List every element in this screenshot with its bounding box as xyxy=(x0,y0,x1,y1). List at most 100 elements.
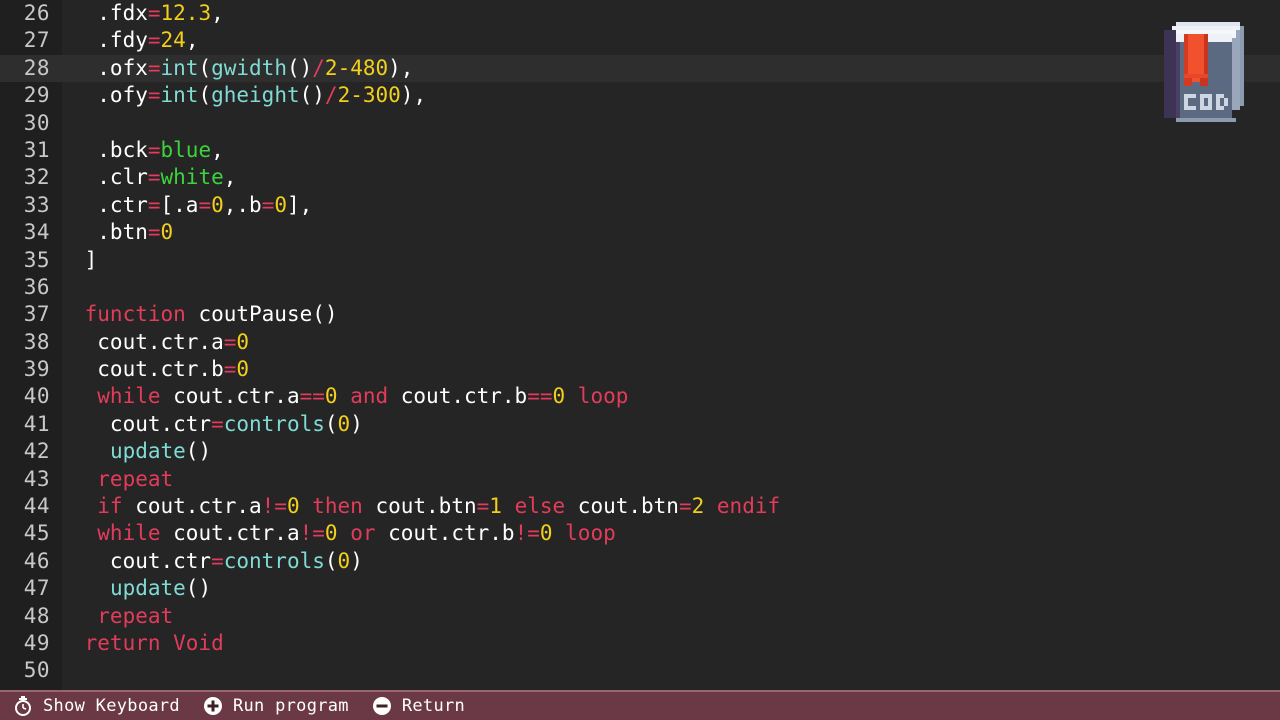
code-token: cout.ctr.a xyxy=(72,329,224,354)
code-token: = xyxy=(147,165,161,190)
code-token: .ofx xyxy=(72,55,148,80)
code-token: = xyxy=(147,28,161,53)
code-token: ,.b xyxy=(223,192,262,217)
code-token: ) xyxy=(350,411,363,436)
stopwatch-icon[interactable] xyxy=(12,695,34,717)
code-token: cout.ctr.a xyxy=(122,494,262,519)
code-line[interactable]: 42 update() xyxy=(0,438,1280,465)
code-line[interactable]: 34 .btn=0 xyxy=(0,219,1280,246)
code-token: cout.ctr.a xyxy=(160,521,300,546)
code-token: 0 xyxy=(539,521,553,546)
line-number: 26 xyxy=(23,1,50,25)
code-token: cout.ctr.a xyxy=(160,384,300,409)
code-line[interactable]: 28 .ofx=int(gwidth()/2-480), xyxy=(0,54,1280,83)
code-line[interactable]: 26 .fdx=12.3, xyxy=(0,0,1280,27)
code-token: 0 xyxy=(274,192,288,217)
code-token: int xyxy=(160,55,199,80)
code-token: = xyxy=(147,192,161,217)
code-line[interactable]: 36 xyxy=(0,274,1280,301)
code-lines-container[interactable]: 26 .fdx=12.3, 27 .fdy=24, 28 .ofx=int(gwid… xyxy=(0,0,1280,685)
code-token: = xyxy=(476,494,490,519)
code-token: [.a xyxy=(160,192,199,217)
line-number: 47 xyxy=(23,576,50,601)
code-line[interactable]: 35 ] xyxy=(0,247,1280,274)
code-token: ] xyxy=(72,247,98,272)
code-line[interactable]: 37 function coutPause() xyxy=(0,301,1280,328)
code-token: == xyxy=(299,384,325,409)
code-line[interactable]: 46 cout.ctr=controls(0) xyxy=(0,548,1280,575)
code-token: return Void xyxy=(72,630,224,655)
code-line[interactable]: 39 cout.ctr.b=0 xyxy=(0,356,1280,383)
code-line[interactable]: 40 while cout.ctr.a==0 and cout.ctr.b==0… xyxy=(0,383,1280,410)
code-line[interactable]: 27 .fdy=24, xyxy=(0,27,1280,54)
hint-label: Run program xyxy=(232,696,349,716)
code-line[interactable]: 48 repeat xyxy=(0,603,1280,630)
code-token: cout.ctr xyxy=(72,411,212,436)
code-token: = xyxy=(211,548,224,573)
code-token: coutPause() xyxy=(185,302,338,327)
code-token: 0 xyxy=(286,494,300,519)
code-line-text: while cout.ctr.a==0 and cout.ctr.b==0 lo… xyxy=(72,383,628,410)
code-line-text: update() xyxy=(72,438,211,465)
code-line[interactable]: 49 return Void xyxy=(0,630,1280,657)
code-token: controls xyxy=(223,548,325,573)
code-token: ( xyxy=(324,548,338,573)
code-token: 0 xyxy=(337,548,351,573)
hint-label: Return xyxy=(401,696,466,716)
code-token: != xyxy=(261,494,287,519)
code-token: then xyxy=(299,494,363,519)
code-token: loop xyxy=(552,521,616,546)
code-token: cout.ctr xyxy=(72,548,212,573)
code-editor-pane[interactable]: 26 .fdx=12.3, 27 .fdy=24, 28 .ofx=int(gwid… xyxy=(0,0,1280,690)
code-line-text: if cout.ctr.a!=0 then cout.btn=1 else co… xyxy=(72,493,780,520)
hint-return[interactable]: Return xyxy=(371,695,465,717)
line-number: 30 xyxy=(23,110,50,135)
code-token: ( xyxy=(324,411,338,436)
code-token: = xyxy=(147,220,161,245)
code-token: 0 xyxy=(324,384,338,409)
code-line[interactable]: 47 update() xyxy=(0,575,1280,602)
code-token: while xyxy=(72,384,161,409)
code-token: ), xyxy=(400,83,427,108)
code-token: cout.ctr.b xyxy=(375,521,515,546)
code-line[interactable]: 29 .ofy=int(gheight()/2-300), xyxy=(0,82,1280,109)
code-token: int xyxy=(160,83,199,108)
code-line[interactable]: 32 .clr=white, xyxy=(0,164,1280,191)
code-line-text: .clr=white, xyxy=(72,164,236,191)
code-line[interactable]: 44 if cout.ctr.a!=0 then cout.btn=1 else… xyxy=(0,493,1280,520)
code-token: 2-300 xyxy=(337,83,401,108)
code-token: 0 xyxy=(324,521,338,546)
hint-show-keyboard[interactable]: Show Keyboard xyxy=(12,695,180,717)
code-line-text: function coutPause() xyxy=(72,301,338,328)
plus-circle-icon[interactable] xyxy=(202,695,224,717)
code-line[interactable]: 30 xyxy=(0,110,1280,137)
minus-circle-icon[interactable] xyxy=(371,695,393,717)
code-line[interactable]: 50 xyxy=(0,657,1280,684)
code-line[interactable]: 41 cout.ctr=controls(0) xyxy=(0,411,1280,438)
code-token: 2-480 xyxy=(324,55,389,80)
code-token: , xyxy=(211,1,224,25)
line-number: 38 xyxy=(23,329,50,354)
code-token: cout.btn xyxy=(565,494,679,519)
line-number: 42 xyxy=(23,439,50,464)
code-line[interactable]: 45 while cout.ctr.a!=0 or cout.ctr.b!=0 … xyxy=(0,520,1280,547)
code-token: () xyxy=(286,55,313,80)
code-token: update xyxy=(109,439,186,464)
code-token: = xyxy=(223,357,237,382)
code-line[interactable]: 33 .ctr=[.a=0,.b=0], xyxy=(0,192,1280,219)
line-number: 34 xyxy=(23,220,50,245)
code-line-text: .ctr=[.a=0,.b=0], xyxy=(72,192,312,219)
code-token: .ctr xyxy=(72,192,148,217)
code-token: blue xyxy=(160,137,212,162)
code-token: ( xyxy=(198,55,212,80)
code-token: while xyxy=(72,521,161,546)
code-line[interactable]: 43 repeat xyxy=(0,466,1280,493)
code-line[interactable]: 38 cout.ctr.a=0 xyxy=(0,329,1280,356)
code-line[interactable]: 31 .bck=blue, xyxy=(0,137,1280,164)
line-number: 40 xyxy=(23,384,50,409)
code-token: 0 xyxy=(337,411,351,436)
hint-run-program[interactable]: Run program xyxy=(202,695,349,717)
code-token: () xyxy=(185,439,212,464)
line-number: 45 xyxy=(23,521,50,546)
